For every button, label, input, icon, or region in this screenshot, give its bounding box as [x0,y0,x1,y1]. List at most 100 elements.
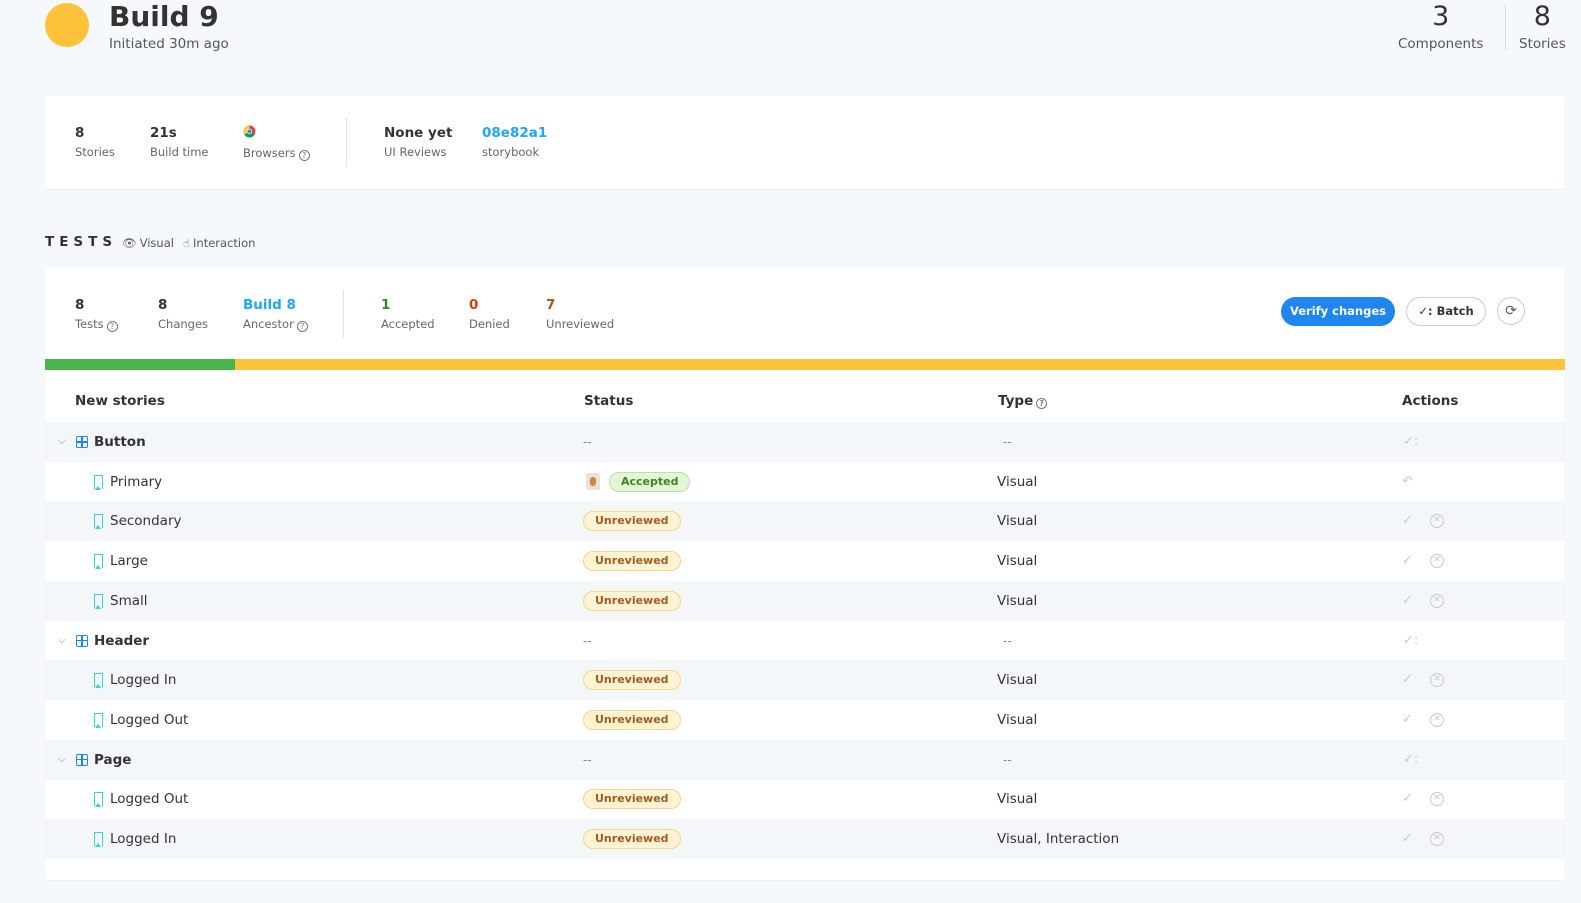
batch-accept-icon[interactable]: ✓: [1403,621,1418,661]
batch-button[interactable]: ✓: Batch [1406,297,1486,326]
story-name[interactable]: Logged In [110,660,176,700]
story-row[interactable]: Logged Out Unreviewed ✓ ✕ Visual [45,779,1565,819]
status-placeholder: -- [583,435,592,449]
story-name[interactable]: Logged Out [110,700,188,740]
component-name[interactable]: Page [94,740,131,780]
deny-icon[interactable]: ✕ [1430,554,1444,569]
denied-count-label: Denied [469,317,510,331]
deny-icon[interactable]: ✕ [1430,673,1444,688]
story-type: Visual [997,513,1038,530]
accept-icon[interactable]: ✓ [1402,660,1413,700]
accept-icon[interactable]: ✓ [1402,581,1413,621]
ancestor-build-link[interactable]: Build 8 [243,297,308,314]
chevron-down-icon[interactable]: ⌵ [58,422,66,462]
column-header-status: Status [584,393,634,409]
visual-tag-label: Visual [139,236,174,250]
story-type: Visual [997,592,1038,609]
component-name[interactable]: Button [94,422,146,462]
accept-icon[interactable]: ✓ [1402,700,1413,740]
story-row[interactable]: Small Unreviewed ✓ ✕ Visual [45,580,1565,621]
deny-icon[interactable]: ✕ [1430,832,1444,846]
story-type: Visual, Interaction [997,831,1120,847]
story-row[interactable]: Logged In Unreviewed ✓ ✕ Visual, Interaction [45,819,1565,859]
deny-icon[interactable]: ✕ [1430,712,1444,727]
story-type: Visual [997,672,1038,689]
accept-icon[interactable]: ✓ [1402,541,1413,581]
story-name[interactable]: Small [110,581,148,621]
story-name[interactable]: Logged Out [110,779,188,819]
component-icon [76,753,88,766]
story-icon [94,673,103,689]
story-icon [94,712,103,728]
story-type: Visual [997,473,1038,490]
chevron-down-icon[interactable]: ⌵ [58,621,66,661]
build-header: Build 9 Initiated 30m ago 3 Components 8… [0,0,1581,60]
tests-divider [343,290,344,338]
accept-icon[interactable]: ✓ [1402,779,1413,819]
ancestor-build[interactable]: Build 8 Ancestor? [243,297,308,332]
story-icon [94,474,103,490]
ui-reviews-value: None yet [384,125,453,141]
story-icon [94,832,103,847]
summary-stories: 8 Stories [75,125,115,159]
status-badge: Unreviewed [583,709,681,730]
tests-heading: TESTS [45,234,118,250]
stories-label: Stories [1519,36,1566,52]
summary-divider [346,118,347,167]
story-name[interactable]: Primary [110,462,162,502]
status-placeholder: -- [583,633,592,648]
verify-changes-button[interactable]: Verify changes [1281,297,1395,326]
deny-icon[interactable]: ✕ [1430,792,1444,807]
summary-stories-label: Stories [75,145,115,159]
summary-stories-value: 8 [75,125,85,141]
story-row[interactable]: Logged Out Unreviewed ✓ ✕ Visual [45,700,1565,740]
component-row[interactable]: ⌵ Button -- -- ✓: [45,422,1565,462]
component-name[interactable]: Header [94,621,149,661]
status-badge: Unreviewed [583,670,681,691]
story-row[interactable]: Large Unreviewed ✓ ✕ Visual [45,541,1565,581]
status-badge: Unreviewed [583,551,681,572]
help-icon[interactable]: ? [296,321,308,332]
chevron-down-icon[interactable]: ⌵ [58,740,66,780]
build-initiated-time: Initiated 30m ago [109,36,229,52]
help-icon[interactable]: ? [298,150,310,161]
status-badge: Unreviewed [583,590,681,611]
changes-count: 8 Changes [158,297,208,331]
summary-ui-reviews: None yet UI Reviews [384,125,452,159]
refresh-icon[interactable]: ⟳ [1497,297,1525,325]
page-title: Build 9 [109,0,219,33]
story-row[interactable]: Logged In Unreviewed ✓ ✕ Visual [45,660,1565,701]
summary-storybook[interactable]: 08e82a1 storybook [482,125,547,159]
stories-count: 8 [1533,1,1551,32]
batch-accept-icon[interactable]: ✓: [1403,740,1418,780]
story-row[interactable]: Primary Accepted ↶ Visual [45,462,1565,502]
pointer-icon: ☝ [183,236,191,250]
chrome-icon [243,125,310,143]
review-progress-accepted [45,359,235,370]
changes-count-value: 8 [158,297,168,313]
type-placeholder: -- [1003,633,1012,648]
deny-icon[interactable]: ✕ [1430,593,1444,608]
deny-icon[interactable]: ✕ [1430,514,1444,529]
story-name[interactable]: Secondary [110,501,182,541]
accept-icon[interactable]: ✓ [1402,819,1413,859]
help-icon[interactable]: ? [1036,398,1048,409]
undo-icon[interactable]: ↶ [1402,462,1413,502]
batch-accept-icon[interactable]: ✓: [1403,422,1418,462]
accept-icon[interactable]: ✓ [1402,501,1413,541]
story-name[interactable]: Large [110,541,148,581]
help-icon[interactable]: ? [106,321,118,332]
story-icon [94,593,103,609]
interaction-tag: ☝ Interaction [183,236,255,250]
storybook-commit-link[interactable]: 08e82a1 [482,125,547,142]
reviewer-avatar [586,472,600,490]
story-name[interactable]: Logged In [110,819,176,859]
summary-build-time: 21s Build time [150,125,209,159]
ui-reviews-label: UI Reviews [384,145,447,159]
component-row[interactable]: ⌵ Page -- -- ✓: [45,739,1565,780]
story-icon [94,514,103,530]
component-row[interactable]: ⌵ Header -- -- ✓: [45,621,1565,661]
story-icon [94,554,103,570]
summary-browsers[interactable]: Browsers? [243,125,310,161]
story-row[interactable]: Secondary Unreviewed ✓ ✕ Visual [45,501,1565,542]
